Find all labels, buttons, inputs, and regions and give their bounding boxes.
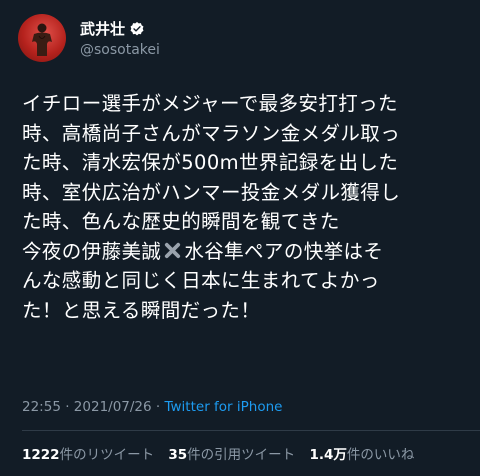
- tweet-detail: 武井壮 @sosotakei イチロー選手がメジャーで最多安打打った 時、高橋尚…: [0, 0, 480, 476]
- verified-badge-icon: [130, 21, 144, 35]
- meta-separator: ·: [155, 399, 161, 415]
- tweet-text-line: た！と思える瞬間だった！: [22, 298, 261, 322]
- meta-separator: ·: [65, 399, 70, 415]
- user-handle[interactable]: @sosotakei: [80, 42, 160, 58]
- quotes-count: 35: [168, 447, 188, 463]
- tweet-source-link[interactable]: Twitter for iPhone: [165, 399, 283, 415]
- tweet-text-segment: 水谷隼ペアの快挙はそ: [184, 239, 384, 263]
- quotes-label: 件の引用ツイート: [187, 447, 296, 463]
- tweet-text-line: んな感動と同じく日本に生まれてよかっ: [22, 269, 380, 292]
- tweet-text-line-with-emoji: 今夜の伊藤美誠 水谷隼ペアの快挙はそ: [22, 237, 468, 267]
- display-name[interactable]: 武井壮: [80, 18, 125, 39]
- tweet-stats: 1222件のリツイート 35件の引用ツイート 1.4万件のいいね: [22, 443, 424, 463]
- retweets-count: 1222: [22, 447, 60, 463]
- retweets-stat[interactable]: 1222件のリツイート: [22, 447, 154, 463]
- tweet-time[interactable]: 22:55: [22, 399, 61, 415]
- divider: [22, 430, 480, 431]
- tweet-text-line: イチロー選手がメジャーで最多安打打った: [22, 92, 398, 115]
- tweet-text-line: た時、清水宏保が500m世界記録を出した: [22, 151, 399, 174]
- tweet-meta: 22:55 · 2021/07/26 · Twitter for iPhone: [22, 399, 282, 415]
- heavy-multiplication-x-icon: [165, 242, 181, 258]
- avatar[interactable]: [18, 14, 66, 62]
- user-names: 武井壮 @sosotakei: [80, 19, 160, 58]
- display-name-row: 武井壮: [80, 19, 160, 39]
- tweet-text: イチロー選手がメジャーで最多安打打った 時、高橋尚子さんがマラソン金メダル取っ …: [22, 89, 468, 325]
- retweets-label: 件のリツイート: [59, 447, 155, 463]
- avatar-figure-icon: [32, 23, 52, 56]
- tweet-text-line: た時、色んな歴史的瞬間を観てきた: [22, 210, 340, 233]
- tweet-text-segment: 今夜の伊藤美誠: [22, 239, 162, 263]
- likes-count: 1.4万: [309, 447, 347, 463]
- tweet-text-line: 時、室伏広治がハンマー投金メダル獲得し: [22, 180, 401, 204]
- tweet-date[interactable]: 2021/07/26: [74, 399, 152, 415]
- likes-stat[interactable]: 1.4万件のいいね: [309, 447, 414, 463]
- quotes-stat[interactable]: 35件の引用ツイート: [168, 447, 295, 463]
- tweet-header: 武井壮 @sosotakei: [18, 14, 160, 62]
- tweet-text-line: 時、高橋尚子さんがマラソン金メダル取っ: [22, 121, 401, 145]
- likes-label: 件のいいね: [346, 447, 415, 463]
